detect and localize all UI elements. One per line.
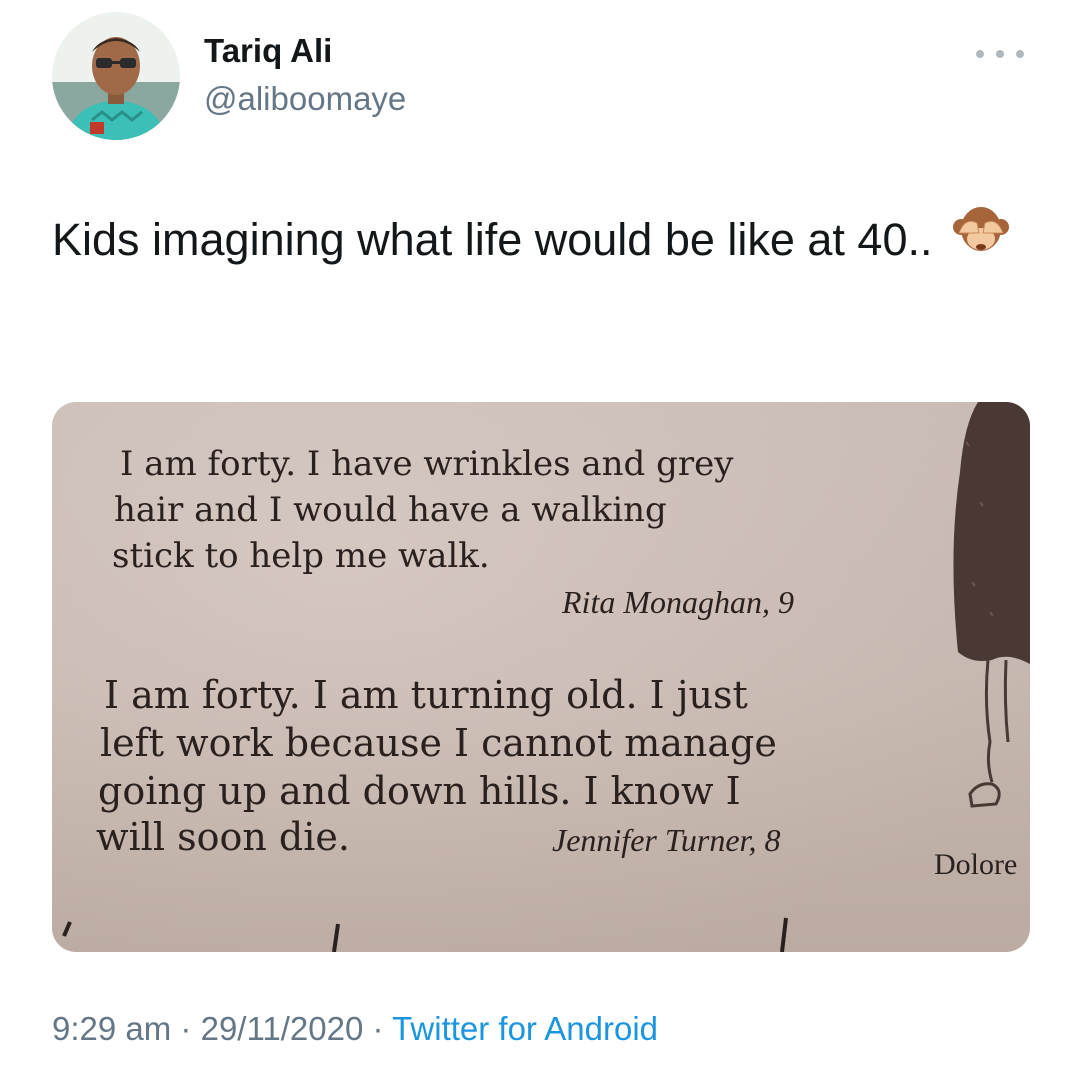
- see-no-evil-monkey-icon: [951, 203, 1011, 284]
- tweet-text: Kids imagining what life would be like a…: [52, 200, 1012, 284]
- avatar-photo: [52, 12, 180, 140]
- avatar[interactable]: [52, 12, 180, 140]
- user-handle[interactable]: @aliboomaye: [204, 80, 406, 118]
- more-options-icon[interactable]: [976, 40, 1024, 68]
- tweet-source-link[interactable]: Twitter for Android: [392, 1010, 658, 1047]
- tweet-metadata: 9:29 am · 29/11/2020 · Twitter for Andro…: [52, 1010, 658, 1048]
- page-margin-marks: [62, 917, 788, 952]
- meta-separator: ·: [372, 1010, 384, 1047]
- user-display-name[interactable]: Tariq Ali: [204, 32, 332, 70]
- tweet-date[interactable]: 29/11/2020: [201, 1010, 364, 1047]
- meta-separator: ·: [180, 1010, 192, 1047]
- tweet-text-content: Kids imagining what life would be like a…: [52, 214, 933, 265]
- tweet: Tariq Ali @aliboomaye Kids imagining wha…: [0, 0, 1080, 1074]
- tweet-photo[interactable]: I am forty. I have wrinkles and grey hai…: [52, 402, 1030, 952]
- tweet-time[interactable]: 9:29 am: [52, 1010, 171, 1047]
